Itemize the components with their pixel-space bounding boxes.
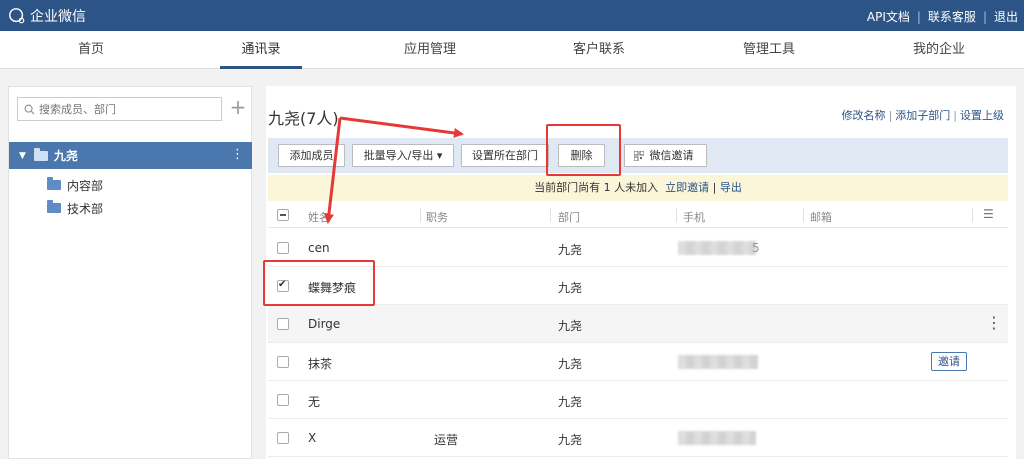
search-box[interactable] (17, 97, 222, 121)
column-header-position[interactable]: 职务 (426, 209, 448, 225)
column-header-email[interactable]: 邮箱 (810, 209, 832, 225)
column-settings-icon[interactable]: ☰ (983, 207, 994, 221)
add-member-button[interactable]: 添加成员 (278, 144, 345, 167)
tab-contacts[interactable]: 通讯录 (220, 31, 302, 69)
add-dept-button[interactable]: + (229, 97, 247, 119)
column-header-name[interactable]: 姓名 (308, 209, 330, 225)
redacted-phone (678, 431, 756, 445)
separator: | (712, 181, 717, 194)
tree-item-tech-dept[interactable]: 技术部 (47, 198, 103, 218)
dept-actions: 修改名称 | 添加子部门 | 设置上级 (842, 107, 1004, 123)
member-name[interactable]: X (308, 431, 316, 445)
tab-app-management[interactable]: 应用管理 (394, 31, 466, 69)
column-divider (803, 208, 804, 222)
redacted-phone (678, 241, 756, 255)
column-divider (676, 208, 677, 222)
main-nav: 首页 通讯录 应用管理 客户联系 管理工具 我的企业 (0, 31, 1024, 69)
wechat-invite-button[interactable]: 微信邀请 (624, 144, 707, 167)
pending-join-notice: 当前部门尚有 1 人未加入 立即邀请 | 导出 (268, 175, 1008, 201)
phone-suffix: 5 (752, 241, 760, 255)
contact-support-link[interactable]: 联系客服 (928, 8, 976, 25)
member-department: 九尧 (558, 395, 583, 409)
folder-icon (33, 147, 48, 161)
column-divider (972, 208, 973, 222)
select-all-checkbox[interactable] (277, 209, 289, 221)
tree-item-root[interactable]: ▼ 九尧 ⋮ (9, 142, 252, 169)
member-toolbar: 添加成员 批量导入/导出 ▾ 设置所在部门 删除 微信邀请 (268, 138, 1008, 173)
separator: | (888, 109, 893, 122)
folder-icon (47, 177, 61, 190)
rename-link[interactable]: 修改名称 (842, 109, 886, 122)
qr-code-icon (634, 151, 644, 161)
tab-home[interactable]: 首页 (60, 31, 122, 69)
table-row[interactable]: 蝶舞梦痕 九尧 (268, 267, 1008, 305)
app-name: 企业微信 (30, 9, 86, 25)
row-checkbox[interactable] (277, 432, 289, 444)
tab-management-tools[interactable]: 管理工具 (733, 31, 805, 69)
column-header-phone[interactable]: 手机 (683, 209, 705, 225)
column-divider (550, 208, 551, 222)
row-more-icon[interactable]: ⋮ (986, 313, 1002, 332)
table-row[interactable]: 无 九尧 (268, 381, 1008, 419)
add-subdept-link[interactable]: 添加子部门 (895, 109, 950, 122)
column-divider (420, 208, 421, 222)
caret-down-icon[interactable]: ▼ (19, 151, 26, 161)
table-row[interactable]: cen 九尧 5 (268, 229, 1008, 267)
tree-item-content-dept[interactable]: 内容部 (47, 175, 103, 195)
separator: | (916, 9, 921, 24)
row-checkbox[interactable] (277, 242, 289, 254)
logout-link[interactable]: 退出 (994, 8, 1018, 25)
member-position: 运营 (434, 433, 459, 447)
search-icon (24, 104, 35, 115)
member-name[interactable]: cen (308, 241, 330, 255)
member-department: 九尧 (558, 319, 583, 333)
api-docs-link[interactable]: API文档 (867, 8, 910, 25)
table-header: 姓名 职务 部门 手机 邮箱 ☰ (268, 203, 1008, 228)
member-department: 九尧 (558, 433, 583, 447)
tab-customer-contact[interactable]: 客户联系 (563, 31, 635, 69)
row-checkbox[interactable] (277, 394, 289, 406)
member-department: 九尧 (558, 357, 583, 371)
member-name[interactable]: Dirge (308, 317, 340, 331)
folder-icon (47, 200, 61, 213)
member-name[interactable]: 无 (308, 393, 320, 410)
notice-text: 当前部门尚有 1 人未加入 (534, 181, 659, 194)
wechat-invite-label: 微信邀请 (649, 149, 694, 162)
top-links: API文档 | 联系客服 | 退出 (867, 8, 1018, 25)
tree-item-label: 技术部 (67, 201, 104, 216)
member-department: 九尧 (558, 281, 583, 295)
member-department: 九尧 (558, 243, 583, 257)
page-title: 九尧(7人) (268, 109, 339, 128)
column-header-department[interactable]: 部门 (558, 209, 580, 225)
table-row[interactable]: X 运营 九尧 (268, 419, 1008, 457)
top-bar: 企业微信 API文档 | 联系客服 | 退出 (0, 0, 1024, 31)
member-name[interactable]: 抹茶 (308, 355, 332, 372)
bulk-import-export-button[interactable]: 批量导入/导出 ▾ (352, 144, 454, 167)
tree-item-label: 九尧 (53, 149, 78, 163)
separator: | (982, 9, 987, 24)
export-link[interactable]: 导出 (720, 181, 742, 194)
annotation-highlight-selected-row (263, 260, 375, 306)
row-checkbox[interactable] (277, 356, 289, 368)
redacted-phone (678, 355, 758, 369)
annotation-highlight-delete (546, 124, 621, 176)
set-parent-link[interactable]: 设置上级 (960, 109, 1004, 122)
row-checkbox[interactable] (277, 318, 289, 330)
wecom-logo-icon (9, 8, 25, 24)
search-input[interactable] (39, 102, 209, 116)
tree-item-label: 内容部 (67, 178, 104, 193)
table-row[interactable]: 抹茶 九尧 邀请 (268, 343, 1008, 381)
more-options-icon[interactable]: ⋮ (231, 147, 244, 162)
table-row[interactable]: Dirge 九尧 ⋮ (268, 305, 1008, 343)
tab-my-enterprise[interactable]: 我的企业 (903, 31, 975, 69)
set-department-button[interactable]: 设置所在部门 (461, 144, 549, 167)
org-tree-panel: + ▼ 九尧 ⋮ 内容部 技术部 (8, 86, 252, 459)
invite-now-link[interactable]: 立即邀请 (665, 181, 709, 194)
invite-button[interactable]: 邀请 (931, 352, 967, 371)
separator: | (953, 109, 957, 122)
app-logo[interactable]: 企业微信 (8, 6, 86, 26)
